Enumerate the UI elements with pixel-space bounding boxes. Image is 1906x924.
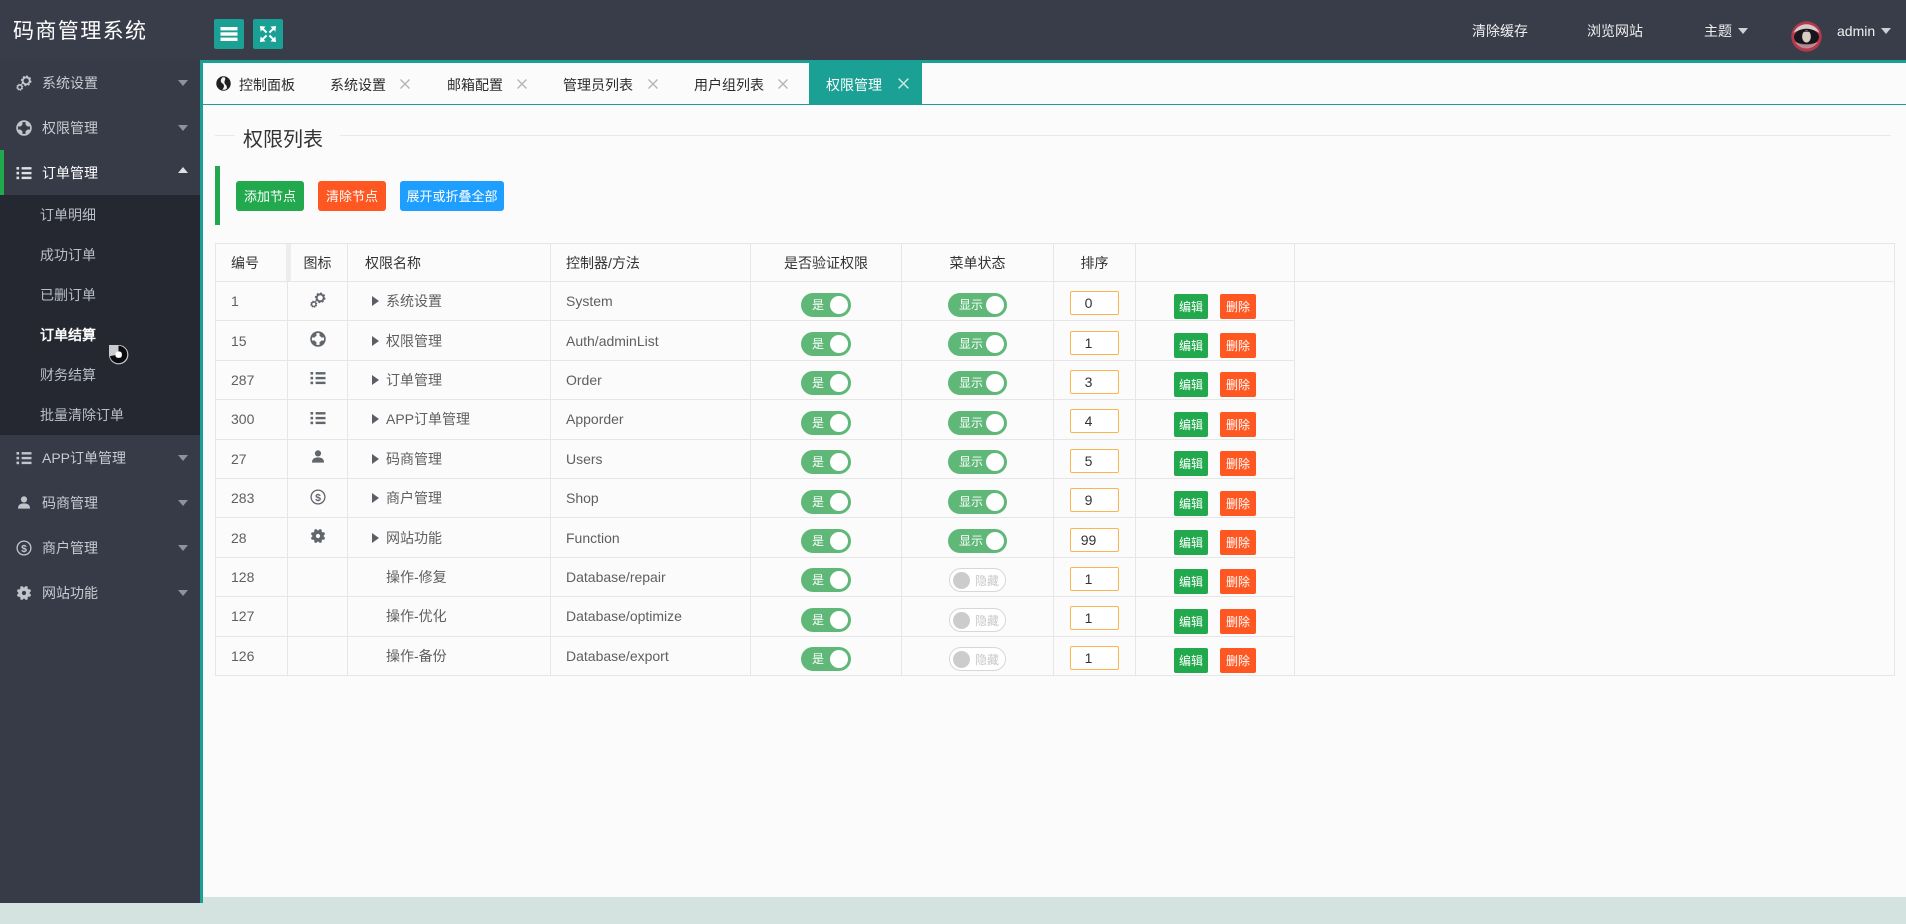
svg-text:$: $	[315, 491, 321, 503]
svg-text:$: $	[21, 543, 27, 555]
